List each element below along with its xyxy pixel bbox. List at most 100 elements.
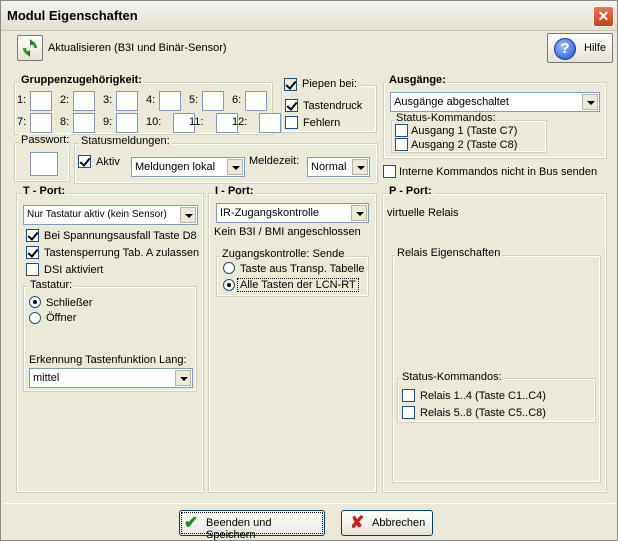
relais58-checkbox[interactable]: [402, 406, 415, 419]
taste-transp-label: Taste aus Transp. Tabelle: [240, 263, 365, 275]
gruppen-title: Gruppenzugehörigkeit:: [19, 74, 144, 86]
relais14-label: Relais 1..4 (Taste C1..C4): [420, 390, 546, 402]
gruppe-label: 10:: [146, 116, 162, 128]
gruppe-label: 12:: [232, 116, 248, 128]
dsi-label: DSI aktiviert: [44, 264, 104, 276]
gruppe-input[interactable]: [202, 91, 224, 111]
erkennung-select-value: mittel: [33, 372, 60, 384]
alle-tasten-label: Alle Tasten der LCN-RT: [237, 278, 359, 292]
taste-transp-radio[interactable]: [223, 262, 235, 274]
title-bar[interactable]: Modul Eigenschaften ✕: [1, 1, 617, 31]
passwort-title: Passwort:: [19, 134, 72, 146]
oeffner-radio[interactable]: [29, 312, 41, 324]
gruppe-label: 5:: [189, 94, 199, 106]
cancel-label: Abbrechen: [372, 517, 426, 529]
meldung-select-value: Meldungen lokal: [135, 161, 216, 173]
help-button[interactable]: ? Hilfe: [547, 33, 613, 63]
interne-checkbox[interactable]: [383, 165, 396, 178]
gruppe-input[interactable]: [116, 113, 138, 133]
gruppe-input[interactable]: [30, 113, 52, 133]
tastendruck-label: Tastendruck: [303, 100, 363, 112]
chevron-down-icon[interactable]: [352, 159, 368, 175]
ausgang1-checkbox[interactable]: [395, 124, 408, 137]
erkennung-label: Erkennung Tastenfunktion Lang:: [29, 354, 187, 366]
meldung-select[interactable]: Meldungen lokal: [131, 157, 245, 177]
ausgaenge-select[interactable]: Ausgänge abgeschaltet: [390, 92, 600, 112]
oeffner-label: Öffner: [46, 312, 77, 324]
dsi-checkbox[interactable]: [26, 263, 39, 276]
toolbar: Aktualisieren (B3I und Binär-Sensor) ? H…: [4, 32, 615, 65]
relais-group: [392, 255, 601, 483]
ausgang1-label: Ausgang 1 (Taste C7): [411, 125, 518, 137]
help-label: Hilfe: [584, 42, 607, 54]
gruppe-label: 2:: [60, 94, 70, 106]
tport-select-value: Nur Tastatur aktiv (kein Sensor): [27, 209, 167, 220]
gruppe-label: 7:: [17, 116, 27, 128]
gruppe-label: 1:: [17, 94, 27, 106]
erkennung-select[interactable]: mittel: [29, 368, 193, 388]
gruppe-input[interactable]: [159, 91, 181, 111]
iport-status-text: Kein B3I / BMI angeschlossen: [214, 226, 361, 238]
iport-select[interactable]: IR-Zugangskontrolle: [216, 203, 369, 223]
schliesser-radio[interactable]: [29, 296, 41, 308]
tport-title: T - Port:: [21, 185, 68, 197]
help-icon: ?: [554, 38, 576, 60]
refresh-label: Aktualisieren (B3I und Binär-Sensor): [48, 42, 227, 54]
save-button[interactable]: ✔ Beenden und Speichern: [179, 510, 325, 541]
tastendruck-checkbox[interactable]: [285, 99, 298, 112]
interne-label: Interne Kommandos nicht in Bus senden: [399, 166, 598, 178]
tport-select[interactable]: Nur Tastatur aktiv (kein Sensor): [23, 205, 198, 225]
ausgang2-checkbox[interactable]: [395, 138, 408, 151]
gruppe-input[interactable]: [30, 91, 52, 111]
relais-title: Relais Eigenschaften: [395, 247, 503, 259]
cancel-button[interactable]: ✘ Abbrechen: [341, 510, 433, 536]
refresh-icon: [23, 39, 37, 57]
gruppe-label: 3:: [103, 94, 113, 106]
pport-subtitle: virtuelle Relais: [387, 207, 459, 219]
alle-tasten-radio[interactable]: [223, 279, 235, 291]
chevron-down-icon[interactable]: [227, 159, 243, 175]
relais14-checkbox[interactable]: [402, 389, 415, 402]
tastensperrung-checkbox[interactable]: [26, 246, 39, 259]
meldezeit-label: Meldezeit:: [249, 155, 300, 167]
piepen-checkbox[interactable]: [284, 78, 297, 91]
passwort-input[interactable]: [30, 152, 58, 176]
relais58-label: Relais 5..8 (Taste C5..C8): [420, 407, 546, 419]
meldezeit-select[interactable]: Normal: [307, 157, 370, 177]
gruppe-input[interactable]: [73, 113, 95, 133]
aktiv-label: Aktiv: [96, 156, 120, 168]
close-button[interactable]: ✕: [593, 6, 614, 27]
save-label: Beenden und Speichern: [206, 517, 272, 541]
tastensperrung-label: Tastensperrung Tab. A zulassen: [44, 247, 200, 259]
meldezeit-select-value: Normal: [311, 161, 347, 173]
spannungsausfall-label: Bei Spannungsausfall Taste D8: [44, 230, 197, 242]
fehlern-checkbox[interactable]: [285, 116, 298, 129]
chevron-down-icon[interactable]: [175, 370, 191, 386]
iport-group: [208, 193, 377, 493]
gruppe-input[interactable]: [116, 91, 138, 111]
spannungsausfall-checkbox[interactable]: [26, 229, 39, 242]
gruppe-label: 8:: [60, 116, 70, 128]
footer-separator: [4, 503, 615, 504]
refresh-button[interactable]: [17, 35, 43, 61]
gruppe-input[interactable]: [73, 91, 95, 111]
chevron-down-icon[interactable]: [351, 205, 367, 221]
iport-select-value: IR-Zugangskontrolle: [220, 207, 320, 219]
ausgang2-label: Ausgang 2 (Taste C8): [411, 139, 518, 151]
piepen-label: Piepen bei:: [302, 78, 360, 90]
ausgaenge-status-title: Status-Kommandos:: [394, 112, 498, 124]
zugang-title: Zugangskontrolle: Sende: [220, 248, 347, 260]
close-icon: ✕: [597, 8, 610, 24]
schliesser-label: Schließer: [46, 297, 93, 309]
gruppe-label: 9:: [103, 116, 113, 128]
gruppe-label: 4:: [146, 94, 156, 106]
chevron-down-icon[interactable]: [582, 94, 598, 110]
gruppe-input[interactable]: [245, 91, 267, 111]
gruppe-input[interactable]: [259, 113, 281, 133]
gruppe-label: 6:: [232, 94, 242, 106]
aktiv-checkbox[interactable]: [78, 155, 91, 168]
fehlern-label: Fehlern: [303, 117, 341, 129]
ausgaenge-select-value: Ausgänge abgeschaltet: [394, 96, 509, 108]
status-title: Statusmeldungen:: [79, 135, 172, 147]
chevron-down-icon[interactable]: [180, 207, 196, 223]
